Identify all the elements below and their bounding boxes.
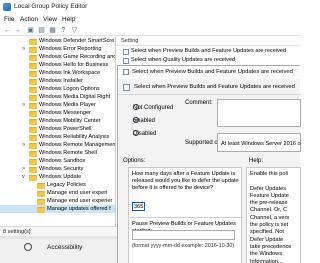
folder-icon <box>29 142 37 149</box>
tree-item[interactable]: Windows Game Recording and <box>0 53 115 61</box>
back-icon[interactable]: ← <box>3 26 12 35</box>
tree-item[interactable]: > Windows Remote Managemen <box>0 141 115 149</box>
policy-setting-icon <box>123 69 129 75</box>
tree-item[interactable]: Windows Messenger <box>0 109 115 117</box>
tree-item-selected[interactable]: Manage updates offered f <box>0 205 115 213</box>
folder-icon <box>29 102 37 109</box>
folder-icon <box>29 150 37 157</box>
export-list-icon[interactable]: ▦ <box>48 26 57 35</box>
folder-icon <box>29 158 37 165</box>
menu-action[interactable]: Action <box>20 16 38 23</box>
defer-days-stepper[interactable]: 365 <box>132 202 145 211</box>
tree-item[interactable]: > Windows Media Player <box>0 101 115 109</box>
folder-icon <box>29 70 37 77</box>
dialog-title-bar: Select when Preview Builds and Feature U… <box>118 66 301 79</box>
title-bar: Local Group Policy Editor <box>0 0 300 14</box>
show-hide-tree-icon[interactable]: ▤ <box>37 26 46 35</box>
policy-editor-icon <box>3 3 11 11</box>
status-bar: 8 setting(s) <box>0 226 117 236</box>
folder-icon <box>29 54 37 61</box>
divider <box>0 236 117 239</box>
policy-tree[interactable]: Windows Defender SmartScre > Windows Erro… <box>0 37 116 226</box>
policy-dialog: Select when Preview Builds and Feature U… <box>117 65 301 263</box>
folder-icon <box>37 182 45 189</box>
tree-item[interactable]: Windows Hello for Business <box>0 61 115 69</box>
tree-item[interactable]: Windows Media Digital Right <box>0 93 115 101</box>
folder-icon <box>29 94 37 101</box>
folder-icon <box>29 134 37 141</box>
pause-date-input[interactable] <box>132 230 235 240</box>
background-settings-window: Accessibility <box>0 236 117 263</box>
dialog-heading: Select when Preview Builds and Feature U… <box>118 80 301 95</box>
list-item[interactable]: Select when Preview Builds and Feature U… <box>117 47 300 56</box>
column-header-setting[interactable]: Setting <box>117 37 300 46</box>
list-item[interactable]: Select when Quality Updates are received <box>117 56 300 65</box>
folder-icon <box>37 198 45 205</box>
folder-icon <box>29 118 37 125</box>
policy-setting-icon <box>123 57 129 64</box>
menu-help[interactable]: Help <box>62 16 75 23</box>
tree-item[interactable]: Windows Mobility Center <box>0 117 115 125</box>
supported-on-field: At least Windows Server 2016 o <box>217 133 301 152</box>
tree-item[interactable]: Windows Ink Workspace <box>0 69 115 77</box>
folder-icon <box>29 166 37 173</box>
dialog-heading-text: Select when Preview Builds and Feature U… <box>134 84 295 90</box>
tree-item[interactable]: Windows Defender SmartScre <box>0 37 115 45</box>
date-format-hint: (format yyyy-mm-dd example: 2016-10-30) <box>132 243 235 249</box>
accessibility-label[interactable]: Accessibility <box>47 244 82 251</box>
options-panel: How many days after a Feature Update is … <box>128 167 243 263</box>
menu-view[interactable]: View <box>43 16 57 23</box>
folder-icon <box>37 190 45 197</box>
tree-item[interactable]: Legacy Policies <box>0 181 115 189</box>
tree-item[interactable]: > Windows Error Reporting <box>0 45 115 53</box>
divider <box>129 217 243 218</box>
tree-item[interactable]: > Windows Security <box>0 165 115 173</box>
tree-item[interactable]: Windows Installer <box>0 77 115 85</box>
status-text: 8 setting(s) <box>3 229 31 235</box>
comment-label: Comment: <box>185 100 213 106</box>
options-label: Options: <box>123 158 146 164</box>
filter-icon[interactable]: ▽ <box>70 26 79 35</box>
tree-item[interactable]: Windows Sandbox <box>0 157 115 165</box>
folder-icon <box>29 174 37 181</box>
folder-icon <box>29 38 37 45</box>
folder-up-icon[interactable]: ▣ <box>26 26 35 35</box>
forward-icon[interactable]: → <box>13 26 22 35</box>
tree-item[interactable]: Windows Logon Options <box>0 85 115 93</box>
tree-item[interactable]: Windows Remote Shell <box>0 149 115 157</box>
accessibility-icon <box>24 243 32 251</box>
policy-setting-icon <box>123 84 130 91</box>
folder-icon <box>29 126 37 133</box>
folder-icon <box>29 46 37 53</box>
tree-item[interactable]: Windows PowerShell <box>0 125 115 133</box>
folder-icon <box>29 62 37 69</box>
settings-list: Setting Select when Preview Builds and F… <box>117 37 300 68</box>
tree-item[interactable]: Manage end user experi <box>0 189 115 197</box>
window-title: Local Group Policy Editor <box>14 3 88 10</box>
folder-icon <box>29 78 37 85</box>
menu-bar: File Action View Help <box>0 14 300 25</box>
tree-item[interactable]: v Windows Update <box>0 173 115 181</box>
menu-file[interactable]: File <box>4 16 14 23</box>
dialog-title: Select when Preview Builds and Feature U… <box>132 69 293 75</box>
tree-item[interactable]: Manage end user experier <box>0 197 115 205</box>
help-panel[interactable]: Enable this poli Defer Updates Feature U… <box>246 167 301 263</box>
help-label: Help: <box>249 158 264 164</box>
toolbar: ← → ▣ ▤ ▦ ? ▽ <box>0 25 300 36</box>
help-text: Enable this poli Defer Updates Feature U… <box>250 171 292 263</box>
defer-days-question: How many days after a Feature Update is … <box>132 171 239 191</box>
folder-icon <box>37 206 45 213</box>
tree-item[interactable]: Windows Reliability Analysis <box>0 133 115 141</box>
comment-textarea[interactable] <box>217 99 301 127</box>
help-icon[interactable]: ? <box>59 26 68 35</box>
folder-icon <box>29 86 37 93</box>
policy-setting-icon <box>123 48 129 55</box>
folder-icon <box>29 110 37 117</box>
